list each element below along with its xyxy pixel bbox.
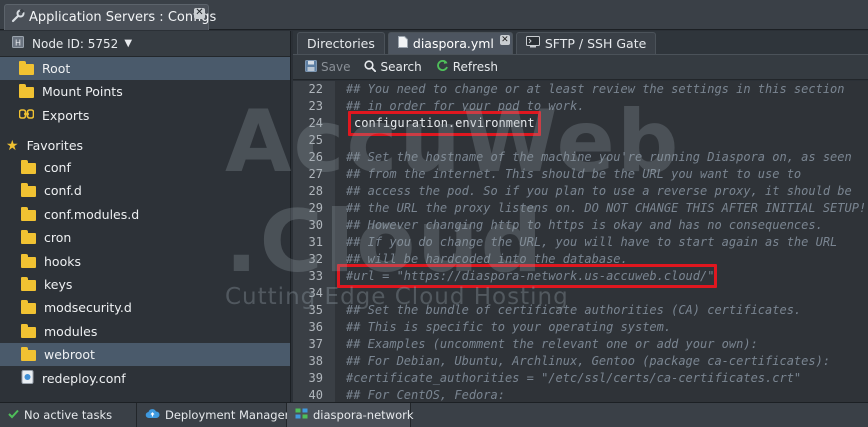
- tree-item-cron[interactable]: cron: [0, 226, 290, 249]
- line-number: 28: [308, 184, 323, 198]
- status-tasks[interactable]: No active tasks: [0, 403, 137, 427]
- line-number: 39: [308, 371, 323, 385]
- tab-diaspora-yml[interactable]: diaspora.yml ✕: [387, 32, 513, 54]
- tree-item-root[interactable]: Root: [0, 57, 290, 80]
- star-icon: ★: [6, 137, 19, 154]
- line-number: 29: [308, 201, 323, 215]
- line-number: 22: [308, 82, 323, 96]
- search-button[interactable]: Search: [364, 59, 422, 75]
- floppy-icon: [305, 59, 317, 75]
- folder-icon: [21, 300, 36, 314]
- tree-item-conf[interactable]: conf: [0, 156, 290, 179]
- search-icon: [364, 59, 377, 75]
- environment-icon: [295, 408, 308, 422]
- file-icon: [21, 370, 34, 387]
- node-selector[interactable]: H Node ID: 5752 ▼: [0, 31, 290, 57]
- folder-icon: [21, 277, 36, 291]
- file-icon: [397, 36, 408, 51]
- highlight-box-environment: [348, 111, 541, 136]
- folder-icon: [21, 160, 36, 174]
- tree-item-modules[interactable]: modules: [0, 320, 290, 343]
- status-deployment-manager[interactable]: Deployment Manager: [137, 403, 289, 427]
- code-line: ## You need to change or at least review…: [346, 82, 845, 96]
- tree-item-exports[interactable]: Exports: [0, 104, 290, 127]
- line-number: 40: [308, 388, 323, 402]
- wrench-icon: [11, 8, 25, 26]
- line-number: 24: [308, 116, 323, 130]
- code-line: ## This is specific to your operating sy…: [346, 320, 672, 334]
- line-number: 23: [308, 99, 323, 113]
- editor-panel: Directories diaspora.yml ✕ SFTP / SSH Ga…: [293, 31, 868, 402]
- tab-directories[interactable]: Directories: [297, 32, 385, 54]
- line-number: 36: [308, 320, 323, 334]
- close-icon[interactable]: ✕: [194, 8, 205, 19]
- tree-item-modsecurity-d[interactable]: modsecurity.d: [0, 296, 290, 319]
- tree-item-favorites[interactable]: ★ Favorites: [0, 134, 290, 157]
- check-icon: [8, 408, 19, 422]
- code-line: ## However changing http to https is oka…: [346, 218, 823, 232]
- line-number: 30: [308, 218, 323, 232]
- tree-item-hooks[interactable]: hooks: [0, 250, 290, 273]
- line-number: 31: [308, 235, 323, 249]
- code-editor[interactable]: 22 23 24 25 26 27 28 29 30 31 32 33 34 3…: [293, 81, 868, 402]
- window-tab[interactable]: Application Servers : Configs ✕: [4, 4, 216, 30]
- folder-icon: [21, 254, 36, 268]
- line-number: 38: [308, 354, 323, 368]
- code-line: ## Examples (uncomment the relevant one …: [346, 337, 758, 351]
- line-number: 34: [308, 286, 323, 300]
- code-line: #certificate_authorities = "/etc/ssl/cer…: [346, 371, 802, 385]
- code-line: ## access the pod. So if you plan to use…: [346, 184, 852, 198]
- tree-item-mount-points[interactable]: Mount Points: [0, 80, 290, 103]
- code-line: ## Set the hostname of the machine you'r…: [346, 150, 852, 164]
- code-line: ## For CentOS, Fedora:: [346, 388, 505, 402]
- cloud-icon: [145, 408, 160, 422]
- code-line: ## the URL the proxy listens on. DO NOT …: [346, 201, 867, 215]
- line-number: 25: [308, 133, 323, 147]
- title-bar: Application Servers : Configs ✕: [0, 0, 868, 30]
- tab-bar: Directories diaspora.yml ✕ SFTP / SSH Ga…: [293, 31, 868, 55]
- exports-icon: [18, 108, 35, 123]
- line-number: 27: [308, 167, 323, 181]
- window-title: Application Servers : Configs: [29, 10, 217, 25]
- line-number-gutter: 22 23 24 25 26 27 28 29 30 31 32 33 34 3…: [293, 81, 335, 402]
- chevron-down-icon[interactable]: ▼: [124, 38, 132, 49]
- close-icon[interactable]: ✕: [499, 35, 510, 45]
- line-number: 26: [308, 150, 323, 164]
- code-line: ## If you do change the URL, you will ha…: [346, 235, 838, 249]
- folder-icon: [21, 183, 36, 197]
- folder-icon: [21, 207, 36, 221]
- save-button[interactable]: Save: [305, 59, 350, 75]
- svg-text:H: H: [15, 39, 21, 48]
- editor-toolbar: Save Search Refresh: [293, 55, 868, 80]
- line-number: 33: [308, 269, 323, 283]
- line-number: 37: [308, 337, 323, 351]
- tree-item-webroot[interactable]: webroot: [0, 343, 290, 366]
- folder-icon: [21, 347, 36, 361]
- folder-icon: [19, 84, 34, 98]
- tree-item-redeploy-conf[interactable]: redeploy.conf: [0, 367, 290, 390]
- refresh-button[interactable]: Refresh: [436, 59, 498, 75]
- highlight-box-url: [337, 264, 717, 288]
- terminal-icon: [525, 36, 540, 51]
- status-environment-diaspora-network[interactable]: diaspora-network: [287, 403, 414, 427]
- folder-icon: [21, 230, 36, 244]
- line-number: 32: [308, 252, 323, 266]
- refresh-icon: [436, 59, 449, 75]
- code-line: ## Set the bundle of certificate authori…: [346, 303, 802, 317]
- status-bar: No active tasks Deployment Manager diasp…: [0, 402, 868, 427]
- tab-sftp-ssh-gate[interactable]: SFTP / SSH Gate: [515, 32, 657, 54]
- node-label: Node ID: 5752: [32, 36, 119, 51]
- tree-item-conf-modules-d[interactable]: conf.modules.d: [0, 203, 290, 226]
- folder-icon: [21, 324, 36, 338]
- node-icon: H: [12, 36, 24, 51]
- code-line: ## from the internet. This should be the…: [346, 167, 802, 181]
- code-line: ## For Debian, Ubuntu, Archlinux, Gentoo…: [346, 354, 831, 368]
- tree-item-keys[interactable]: keys: [0, 273, 290, 296]
- line-number: 35: [308, 303, 323, 317]
- file-tree-panel: H Node ID: 5752 ▼ Root Mount Points Expo…: [0, 31, 291, 402]
- folder-icon: [19, 61, 34, 75]
- tree-item-conf-d[interactable]: conf.d: [0, 179, 290, 202]
